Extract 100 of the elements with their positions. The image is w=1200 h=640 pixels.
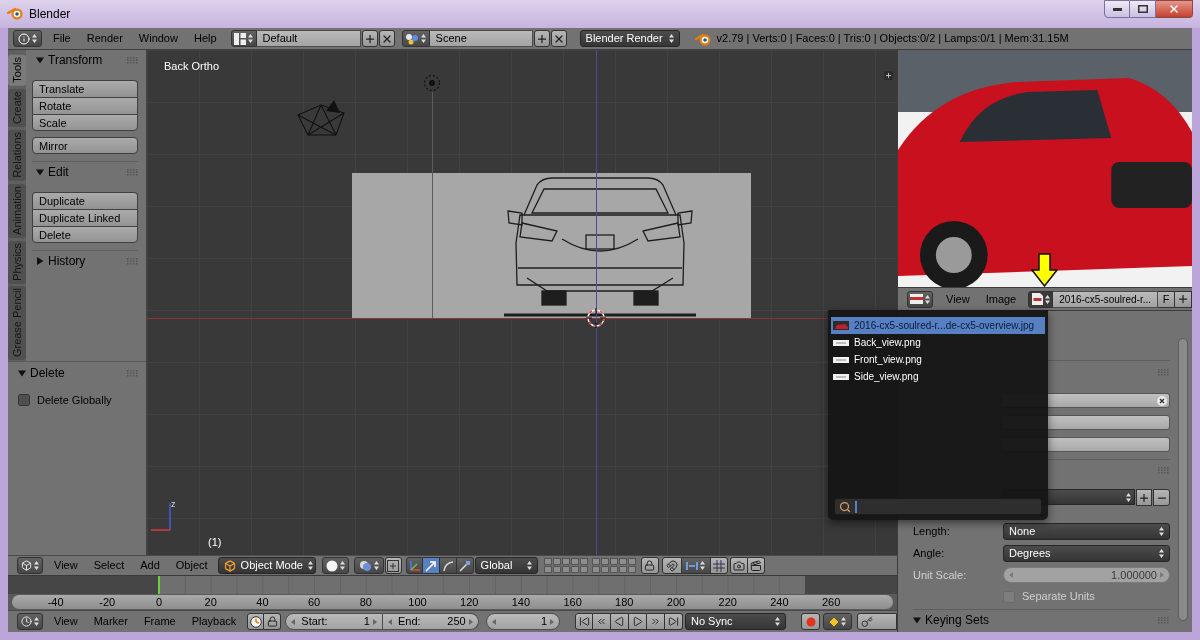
editor-type-button[interactable]	[13, 30, 42, 47]
new-image-button[interactable]	[1175, 290, 1192, 308]
screen-layout-field[interactable]: Default	[256, 30, 361, 47]
keyframe-button[interactable]	[857, 613, 897, 630]
checkbox[interactable]	[18, 394, 30, 406]
property-label: Angle:	[913, 545, 946, 561]
play-button[interactable]	[629, 613, 647, 630]
editor-type-button[interactable]	[17, 613, 43, 630]
menu-item[interactable]: Frame	[135, 612, 184, 631]
disclosure-triangle-icon[interactable]	[18, 369, 26, 377]
minimize-button[interactable]	[1104, 0, 1130, 18]
menu-item[interactable]: Playback	[183, 612, 245, 631]
right-arrow-icon	[550, 618, 554, 625]
menu-item[interactable]: Image	[977, 290, 1025, 308]
maximize-button[interactable]	[1130, 0, 1156, 18]
scene-field[interactable]: Scene	[429, 30, 533, 47]
disclosure-triangle-icon[interactable]	[36, 56, 44, 64]
snap-element-button[interactable]	[681, 557, 711, 574]
grip-icon[interactable]	[1158, 616, 1169, 624]
add-button[interactable]	[533, 30, 550, 47]
scene-button[interactable]	[401, 30, 430, 47]
delete-button[interactable]	[378, 30, 395, 47]
sync-dropdown[interactable]: No Sync	[685, 613, 786, 630]
mode-dropdown[interactable]: Object Mode	[217, 557, 316, 574]
tool-button[interactable]: Mirror	[32, 137, 138, 154]
tool-button[interactable]: Translate	[32, 80, 138, 97]
editor-type-button[interactable]	[17, 557, 43, 574]
keying-set-button[interactable]	[823, 613, 852, 630]
screen-layout-button[interactable]	[230, 30, 257, 47]
menu-item[interactable]: Select	[85, 556, 133, 575]
next-keyframe-button[interactable]	[647, 613, 665, 630]
lock-button[interactable]	[640, 557, 659, 574]
frame-ruler[interactable]: -40 -20 0 20 40 60 80 100 120 140 160 180 200 220 240 260	[12, 595, 893, 609]
grip-icon[interactable]	[1158, 466, 1169, 474]
image-browse-button[interactable]	[1028, 290, 1054, 308]
preview-range-button[interactable]	[247, 613, 265, 630]
menu-item[interactable]: File	[45, 29, 79, 48]
tool-button[interactable]: Duplicate	[32, 192, 138, 209]
unit-dropdown[interactable]: None	[1003, 522, 1170, 540]
render-button[interactable]	[729, 557, 748, 574]
fake-user-button[interactable]: F	[1158, 290, 1175, 308]
orientation-dropdown[interactable]: Global	[474, 557, 538, 574]
start-frame-field[interactable]: Start: 1	[285, 613, 383, 630]
remove-button[interactable]	[1153, 489, 1170, 506]
play-reverse-button[interactable]	[611, 613, 629, 630]
grip-icon[interactable]	[127, 369, 138, 377]
record-button[interactable]	[801, 613, 820, 630]
delete-button[interactable]	[550, 30, 567, 47]
previous-keyframe-button[interactable]	[593, 613, 611, 630]
tool-button[interactable]: Duplicate Linked	[32, 209, 138, 226]
image-name-field[interactable]: 2016-cx5-soulred-r...	[1053, 290, 1158, 308]
menu-item[interactable]: View	[46, 556, 86, 575]
tool-button[interactable]: Scale	[32, 114, 138, 131]
tab[interactable]: Tools	[8, 55, 26, 86]
disclosure-triangle-icon[interactable]	[913, 616, 921, 624]
grip-icon[interactable]	[127, 56, 138, 64]
pivot-button[interactable]	[353, 557, 384, 574]
disclosure-triangle-icon[interactable]	[36, 168, 44, 176]
tool-button[interactable]: Rotate	[32, 97, 138, 114]
menu-item[interactable]: 2016-cx5-soulred-r...de-cx5-overview.jpg	[831, 317, 1045, 334]
end-frame-field[interactable]: End: 250	[383, 613, 479, 630]
manipulator-toggle-button[interactable]	[405, 557, 423, 574]
menu-item[interactable]: Window	[130, 29, 186, 48]
shading-button[interactable]	[321, 557, 349, 574]
jump-to-start-button[interactable]	[575, 613, 593, 630]
menu-item[interactable]: Object	[167, 556, 216, 575]
property-label: Unit Scale:	[913, 567, 968, 583]
translate-button[interactable]	[422, 557, 440, 574]
menu-item[interactable]: Help	[185, 29, 225, 48]
unit-dropdown[interactable]: Degrees	[1003, 544, 1170, 562]
updown-arrows-icon	[1159, 548, 1164, 558]
disclosure-triangle-icon[interactable]	[36, 257, 44, 265]
checkbox-label[interactable]: Delete Globally	[37, 391, 112, 409]
render-engine-dropdown[interactable]: Blender Render	[579, 30, 680, 47]
property-label: Length:	[913, 523, 951, 539]
grip-icon[interactable]	[127, 257, 138, 265]
scrollbar[interactable]	[1178, 338, 1188, 621]
menu-item[interactable]: Render	[78, 29, 131, 48]
lock-button[interactable]	[264, 613, 282, 630]
jump-to-end-button[interactable]	[665, 613, 683, 630]
editor-type-button[interactable]	[907, 290, 933, 308]
snap-button[interactable]	[661, 557, 682, 574]
plus-icon[interactable]	[884, 71, 893, 80]
add-button[interactable]	[1136, 489, 1152, 506]
clear-icon[interactable]	[1157, 395, 1167, 406]
menu-item[interactable]: View	[46, 612, 86, 631]
frame-number: 40	[256, 595, 269, 609]
tool-button[interactable]: Delete	[32, 226, 138, 243]
align-button[interactable]	[384, 557, 402, 574]
grip-icon[interactable]	[127, 168, 138, 176]
menu-item[interactable]: View	[938, 290, 978, 308]
menu-item[interactable]: Marker	[85, 612, 136, 631]
grip-icon[interactable]	[1158, 368, 1169, 376]
animation-render-button[interactable]	[747, 557, 765, 574]
close-button[interactable]	[1156, 0, 1193, 18]
add-button[interactable]	[361, 30, 378, 47]
search-field[interactable]	[834, 498, 1042, 515]
menu-item[interactable]: Add	[132, 556, 168, 575]
sphere-icon	[325, 559, 338, 572]
current-frame-field[interactable]: 1	[485, 613, 560, 630]
